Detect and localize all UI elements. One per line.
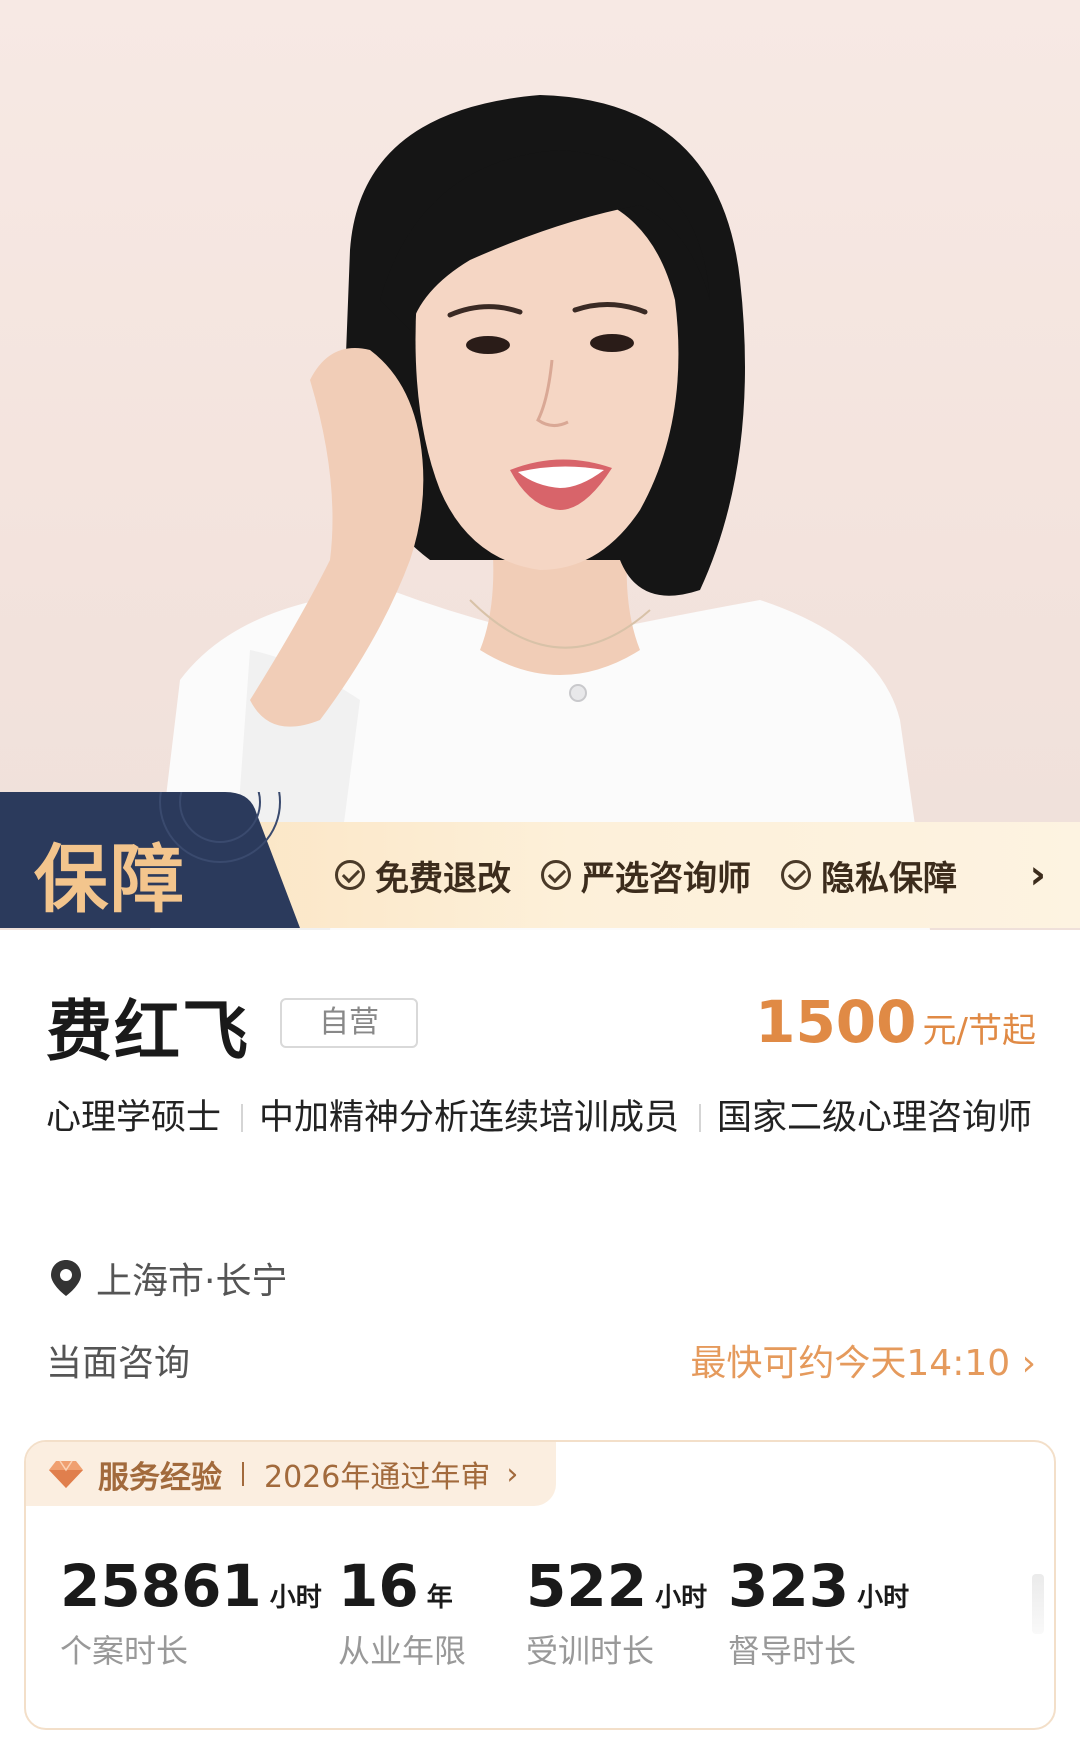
self-operated-badge: 自营 xyxy=(280,998,418,1048)
stat-training-hours: 522 小时 受训时长 xyxy=(526,1552,707,1672)
stat-supervision-hours: 323 小时 督导时长 xyxy=(728,1552,909,1672)
consult-row[interactable]: 当面咨询 最快可约今天14:10 › xyxy=(46,1334,1036,1390)
price: 1500 元/节起 xyxy=(755,988,1036,1056)
stat-label: 受训时长 xyxy=(526,1632,655,1670)
stats-row: 25861 小时 个案时长 16 年 从业年限 522 小时 受训时长 323 小时 督… xyxy=(60,1552,1050,1712)
hero-section: 保障 免费退改 严选咨询师 隐私保障 › xyxy=(0,0,1080,930)
divider xyxy=(242,1462,244,1486)
location: 上海市·长宁 xyxy=(46,1252,287,1304)
stat-label: 督导时长 xyxy=(728,1632,857,1670)
guarantee-item-label: 免费退改 xyxy=(375,858,511,899)
credential-separator xyxy=(241,1104,244,1132)
location-pin-icon xyxy=(51,1260,81,1296)
credential-separator xyxy=(699,1104,702,1132)
stat-value: 25861 xyxy=(60,1552,262,1620)
name-row: 费红飞 自营 1500 元/节起 xyxy=(46,978,1036,1078)
stat-label: 从业年限 xyxy=(338,1632,467,1670)
location-text: 上海市·长宁 xyxy=(96,1261,288,1302)
credential-item: 国家二级心理咨询师 xyxy=(717,1098,1033,1138)
guarantee-item-selected: 严选咨询师 xyxy=(541,851,751,900)
earliest-slot-text: 最快可约今天14:10 xyxy=(690,1343,1011,1384)
guarantee-title: 保障 xyxy=(34,837,186,923)
counselor-name: 费红飞 xyxy=(46,993,250,1070)
consult-type: 当面咨询 xyxy=(46,1343,191,1384)
guarantee-item-privacy: 隐私保障 xyxy=(781,851,957,900)
stat-label: 个案时长 xyxy=(60,1632,189,1670)
stat-unit: 年 xyxy=(426,1583,453,1613)
counselor-portrait xyxy=(150,95,930,930)
stat-unit: 小时 xyxy=(857,1583,910,1613)
stat-value: 323 xyxy=(728,1552,850,1620)
credential-item: 心理学硕士 xyxy=(46,1098,222,1138)
price-value: 1500 xyxy=(755,988,917,1056)
stat-unit: 小时 xyxy=(269,1583,322,1613)
scroll-fade-hint xyxy=(1032,1574,1044,1634)
service-label: 服务经验 xyxy=(98,1459,222,1496)
stat-value: 522 xyxy=(526,1552,648,1620)
chevron-right-icon[interactable]: › xyxy=(1030,822,1046,928)
guarantee-item-label: 严选咨询师 xyxy=(581,858,751,899)
check-circle-icon xyxy=(335,860,365,890)
service-experience-card[interactable]: 服务经验 2026年通过年审 › 25861 小时 个案时长 16 年 从业年限 5… xyxy=(24,1440,1056,1730)
stat-value: 16 xyxy=(338,1552,419,1620)
chevron-right-icon: › xyxy=(506,1456,519,1492)
service-header[interactable]: 服务经验 2026年通过年审 › xyxy=(26,1442,556,1506)
price-unit: 元/节起 xyxy=(922,1011,1036,1051)
guarantee-item-label: 隐私保障 xyxy=(821,858,957,899)
credentials: 心理学硕士 中加精神分析连续培训成员 国家二级心理咨询师 xyxy=(46,1090,1036,1146)
check-circle-icon xyxy=(541,860,571,890)
guarantee-banner[interactable]: 保障 免费退改 严选咨询师 隐私保障 › xyxy=(0,792,1080,928)
guarantee-items: 免费退改 严选咨询师 隐私保障 xyxy=(335,822,987,928)
guarantee-item-refund: 免费退改 xyxy=(335,851,511,900)
chevron-right-icon: › xyxy=(1021,1343,1036,1384)
annual-audit-text: 2026年通过年审 xyxy=(264,1460,491,1495)
credential-item: 中加精神分析连续培训成员 xyxy=(259,1098,680,1138)
stat-case-hours: 25861 小时 个案时长 xyxy=(60,1552,322,1672)
check-circle-icon xyxy=(781,860,811,890)
earliest-slot-link[interactable]: 最快可约今天14:10 › xyxy=(690,1334,1036,1386)
stat-years: 16 年 从业年限 xyxy=(338,1552,466,1672)
stat-unit: 小时 xyxy=(655,1583,708,1613)
diamond-icon xyxy=(49,1460,83,1488)
